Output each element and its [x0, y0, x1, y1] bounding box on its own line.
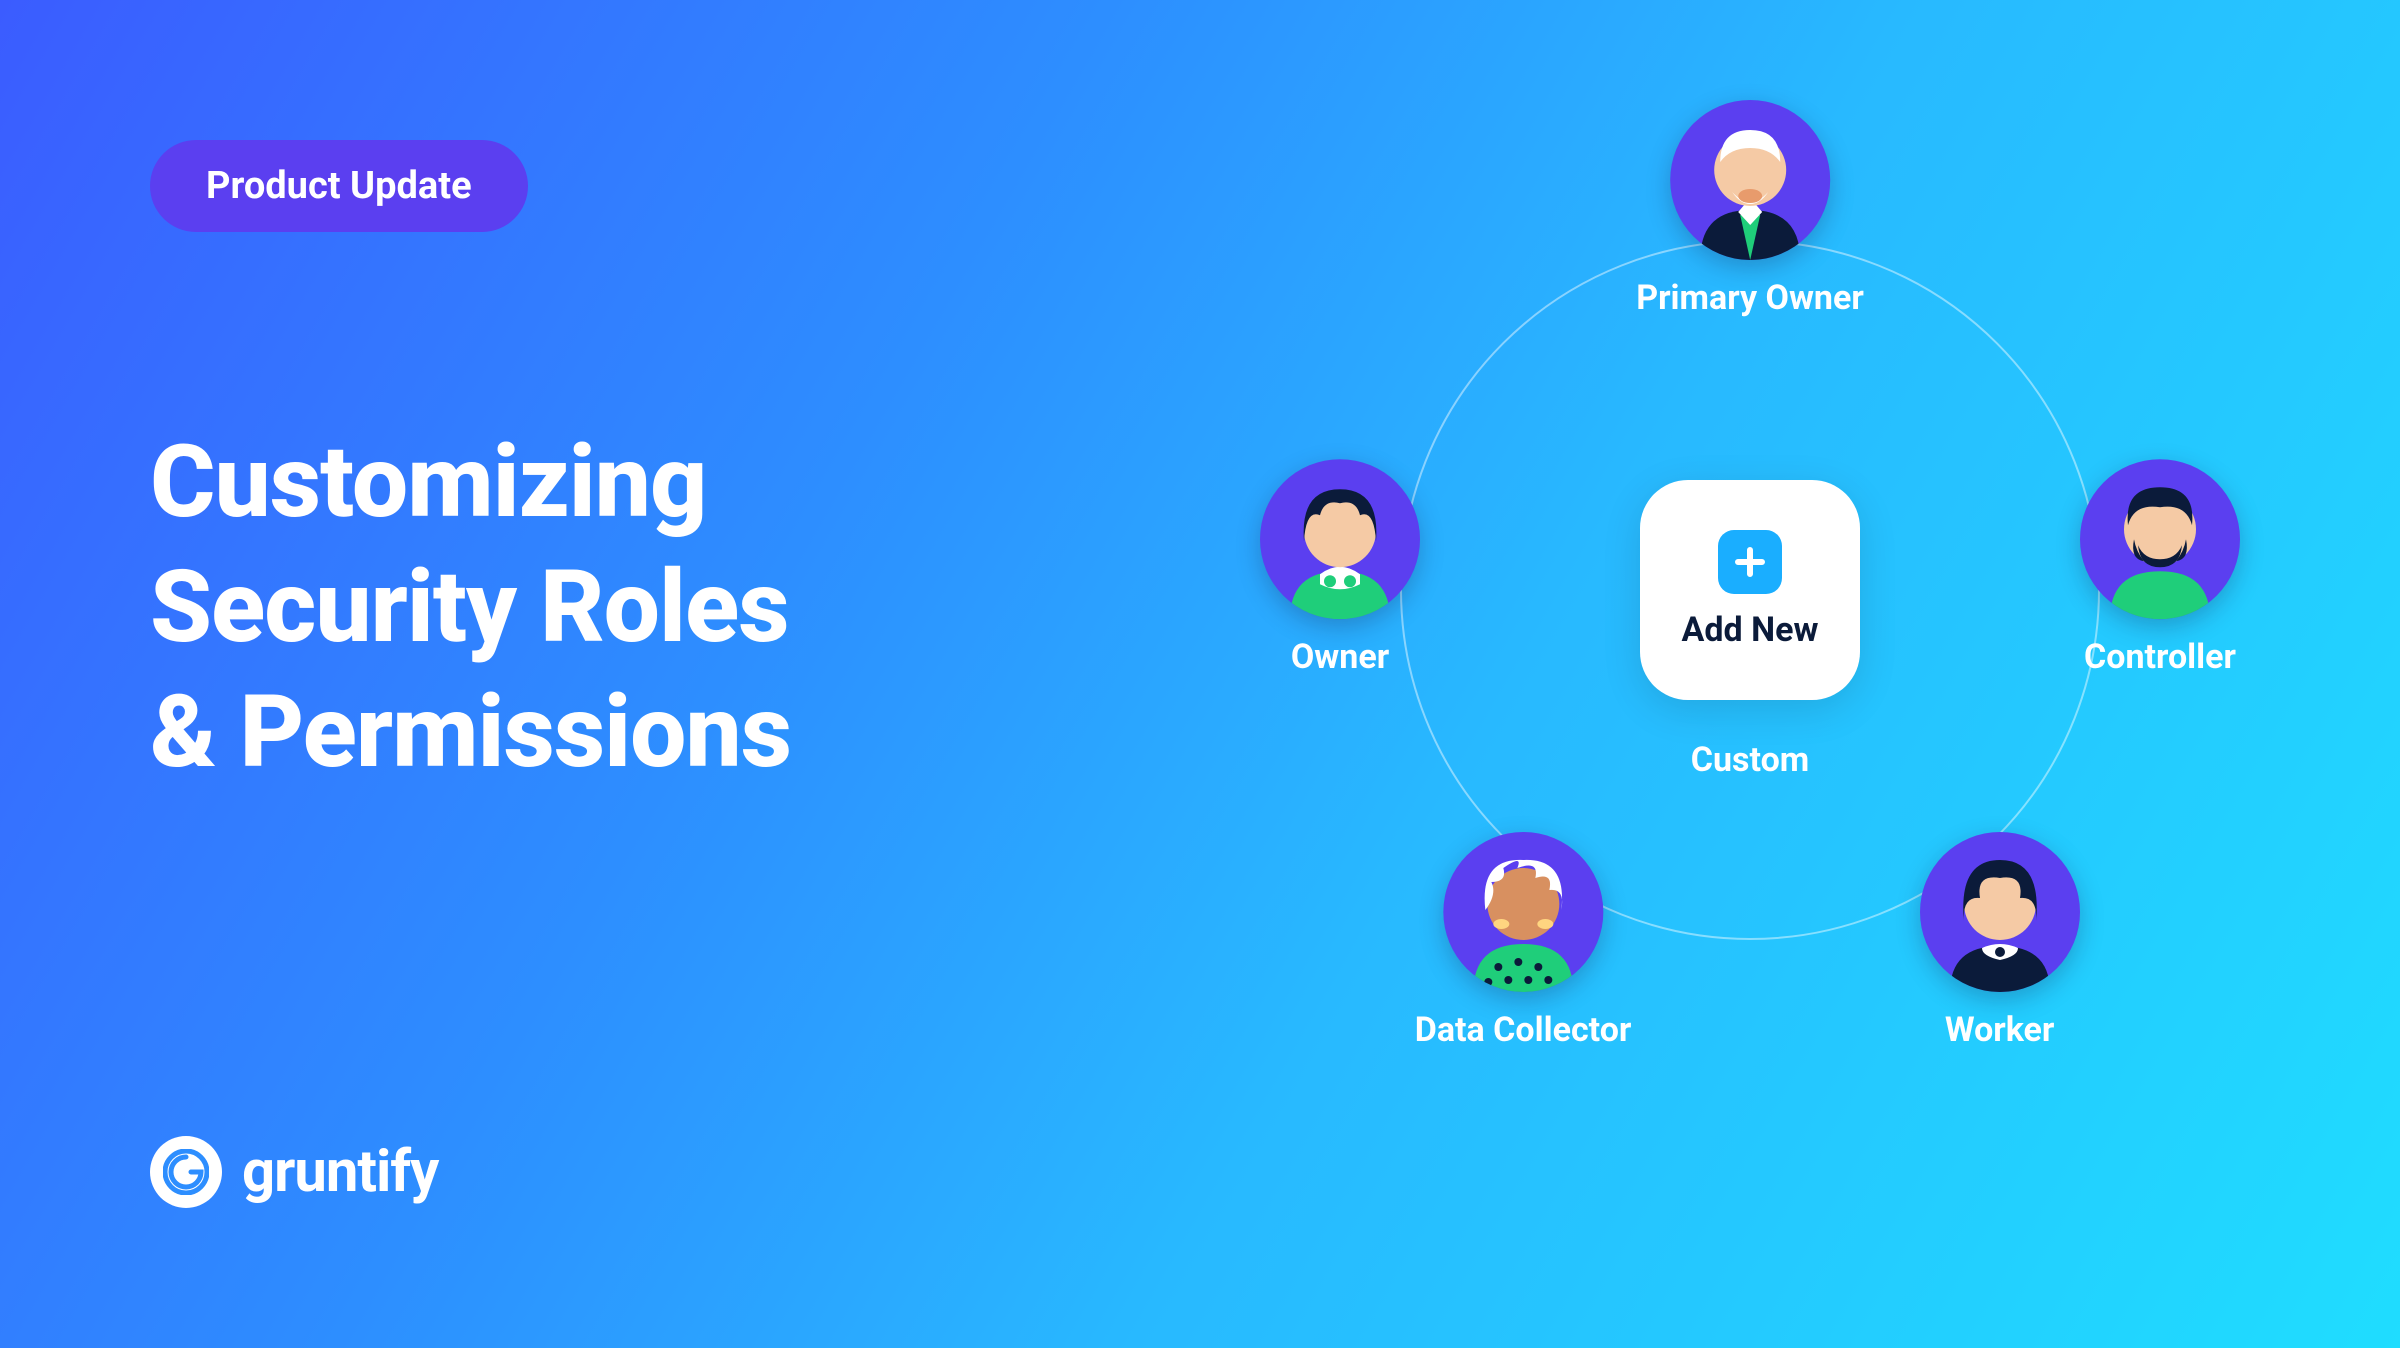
role-label: Data Collector [1415, 1010, 1632, 1050]
product-update-badge: Product Update [150, 140, 528, 232]
avatar-data-collector [1443, 832, 1603, 992]
plus-icon [1718, 530, 1782, 594]
role-owner: Owner [1260, 459, 1420, 677]
custom-role-label: Custom [1691, 740, 1809, 780]
gruntify-logo-icon [150, 1136, 222, 1208]
role-label: Owner [1291, 637, 1389, 677]
role-label: Controller [2084, 637, 2236, 677]
brand-logo: gruntify [150, 1136, 438, 1208]
avatar-controller [2080, 459, 2240, 619]
headline-text: Customizing Security Roles & Permissions [150, 424, 791, 791]
avatar-worker [1920, 832, 2080, 992]
page-title: Customizing Security Roles & Permissions [150, 420, 791, 795]
badge-label: Product Update [206, 164, 472, 208]
add-new-role-button[interactable]: Add New [1640, 480, 1860, 700]
role-primary-owner: Primary Owner [1636, 100, 1864, 318]
role-label: Worker [1945, 1010, 2055, 1050]
role-controller: Controller [2080, 459, 2240, 677]
avatar-owner [1260, 459, 1420, 619]
role-label: Primary Owner [1636, 278, 1864, 318]
role-data-collector: Data Collector [1415, 832, 1632, 1050]
roles-diagram: Add New Custom Primary Owner [1260, 100, 2240, 1080]
role-worker: Worker [1920, 832, 2080, 1050]
avatar-primary-owner [1670, 100, 1830, 260]
brand-name: gruntify [242, 1138, 438, 1206]
add-new-label: Add New [1682, 610, 1819, 650]
